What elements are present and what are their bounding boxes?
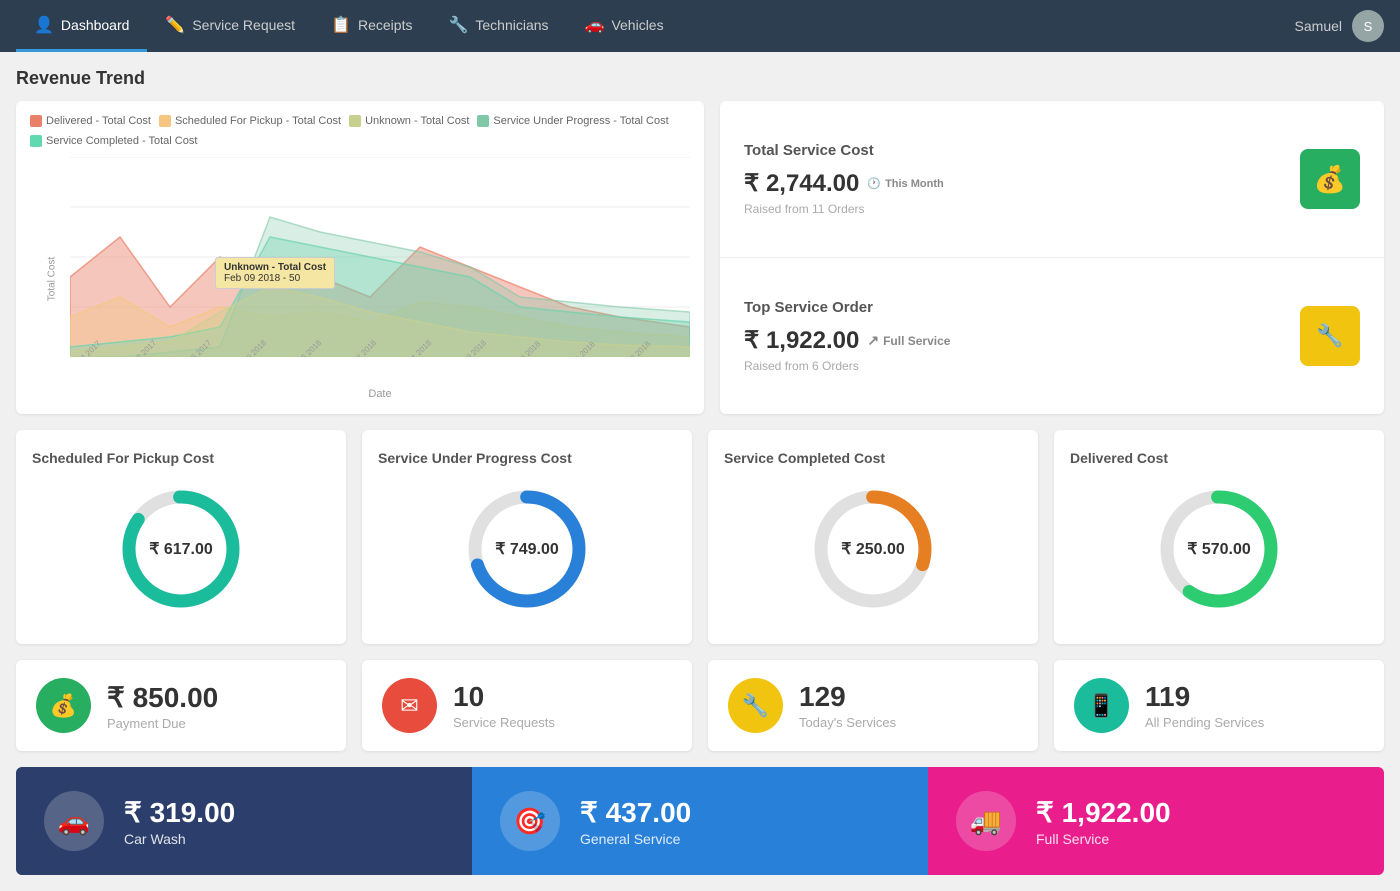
cost-row: Scheduled For Pickup Cost ₹ 617.00 Servi…	[16, 430, 1384, 644]
stat-label-3: All Pending Services	[1145, 715, 1264, 730]
bottom-info-2: ₹ 1,922.00 Full Service	[1036, 796, 1171, 847]
chart-wrap: Total Cost 400 300 200 100 0	[30, 157, 690, 400]
donut-0: ₹ 617.00	[116, 484, 246, 614]
top-service-info: Top Service Order ₹ 1,922.00 ↗ Full Serv…	[744, 299, 950, 373]
top-service-icon: 🔧	[1300, 306, 1360, 366]
cost-title-0: Scheduled For Pickup Cost	[32, 450, 214, 466]
bottom-card-2: 🚚 ₹ 1,922.00 Full Service	[928, 767, 1384, 875]
donut-amount-2: ₹ 250.00	[841, 539, 905, 559]
total-service-sub: Raised from 11 Orders	[744, 202, 944, 216]
donut-2: ₹ 250.00	[808, 484, 938, 614]
donut-3: ₹ 570.00	[1154, 484, 1284, 614]
chart-card: Delivered - Total Cost Scheduled For Pic…	[16, 101, 704, 414]
legend-unknown: Unknown - Total Cost	[349, 115, 469, 127]
cost-card-0: Scheduled For Pickup Cost ₹ 617.00	[16, 430, 346, 644]
chart-legend: Delivered - Total Cost Scheduled For Pic…	[30, 115, 690, 147]
total-service-info: Total Service Cost ₹ 2,744.00 🕐 This Mon…	[744, 142, 944, 216]
stat-icon-2: 🔧	[728, 678, 783, 733]
cost-card-1: Service Under Progress Cost ₹ 749.00	[362, 430, 692, 644]
bottom-icon-2: 🚚	[956, 791, 1016, 851]
nav-item-technicians[interactable]: 🔧 Technicians	[430, 0, 566, 52]
total-service-amount: ₹ 2,744.00	[744, 169, 859, 198]
legend-delivered: Delivered - Total Cost	[30, 115, 151, 127]
top-service-order-card: Top Service Order ₹ 1,922.00 ↗ Full Serv…	[720, 257, 1384, 414]
donut-amount-3: ₹ 570.00	[1187, 539, 1251, 559]
nav-item-service-request[interactable]: ✏️ Service Request	[147, 0, 313, 52]
chart-svg: 400 300 200 100 0	[70, 157, 690, 357]
stat-info-0: ₹ 850.00 Payment Due	[107, 681, 218, 731]
bottom-amount-1: ₹ 437.00	[580, 796, 691, 829]
stat-number-3: 119	[1145, 681, 1264, 713]
cost-card-2: Service Completed Cost ₹ 250.00	[708, 430, 1038, 644]
bottom-amount-2: ₹ 1,922.00	[1036, 796, 1171, 829]
stat-number-2: 129	[799, 681, 896, 713]
bottom-row: 🚗 ₹ 319.00 Car Wash 🎯 ₹ 437.00 General S…	[16, 767, 1384, 875]
cost-title-1: Service Under Progress Cost	[378, 450, 572, 466]
total-service-icon: 💰	[1300, 149, 1360, 209]
stat-icon-1: ✉	[382, 678, 437, 733]
legend-completed: Service Completed - Total Cost	[30, 135, 197, 147]
nav-items: 👤 Dashboard ✏️ Service Request 📋 Receipt…	[16, 0, 1295, 52]
right-cards: Total Service Cost ₹ 2,744.00 🕐 This Mon…	[720, 101, 1384, 414]
stat-info-2: 129 Today's Services	[799, 681, 896, 730]
service-request-icon: ✏️	[165, 15, 185, 35]
bottom-label-1: General Service	[580, 831, 691, 847]
x-axis-label: Date	[70, 388, 690, 400]
bottom-card-1: 🎯 ₹ 437.00 General Service	[472, 767, 928, 875]
dashboard-icon: 👤	[34, 15, 54, 35]
legend-under-progress: Service Under Progress - Total Cost	[477, 115, 668, 127]
bottom-icon-1: 🎯	[500, 791, 560, 851]
stat-label-1: Service Requests	[453, 715, 555, 730]
y-axis-label: Total Cost	[47, 256, 58, 300]
stat-icon-0: 💰	[36, 678, 91, 733]
stat-info-1: 10 Service Requests	[453, 681, 555, 730]
stat-info-3: 119 All Pending Services	[1145, 681, 1264, 730]
donut-amount-0: ₹ 617.00	[149, 539, 213, 559]
stat-label-2: Today's Services	[799, 715, 896, 730]
stat-card-0: 💰 ₹ 850.00 Payment Due	[16, 660, 346, 751]
bottom-card-0: 🚗 ₹ 319.00 Car Wash	[16, 767, 472, 875]
cost-title-3: Delivered Cost	[1070, 450, 1168, 466]
bottom-info-1: ₹ 437.00 General Service	[580, 796, 691, 847]
nav-item-vehicles[interactable]: 🚗 Vehicles	[567, 0, 682, 52]
bottom-info-0: ₹ 319.00 Car Wash	[124, 796, 235, 847]
nav-username: Samuel	[1295, 18, 1342, 34]
stat-label-0: Payment Due	[107, 716, 218, 731]
navbar: 👤 Dashboard ✏️ Service Request 📋 Receipt…	[0, 0, 1400, 52]
technicians-icon: 🔧	[448, 15, 468, 35]
nav-item-receipts[interactable]: 📋 Receipts	[313, 0, 430, 52]
stat-card-1: ✉ 10 Service Requests	[362, 660, 692, 751]
top-service-amount: ₹ 1,922.00	[744, 326, 859, 355]
page-title: Revenue Trend	[16, 68, 1384, 89]
cost-title-2: Service Completed Cost	[724, 450, 885, 466]
month-badge: 🕐 This Month	[867, 177, 943, 190]
stat-icon-3: 📱	[1074, 678, 1129, 733]
total-service-cost-card: Total Service Cost ₹ 2,744.00 🕐 This Mon…	[720, 101, 1384, 257]
stat-card-3: 📱 119 All Pending Services	[1054, 660, 1384, 751]
receipts-icon: 📋	[331, 15, 351, 35]
stat-number-0: ₹ 850.00	[107, 681, 218, 714]
bottom-icon-0: 🚗	[44, 791, 104, 851]
stat-card-2: 🔧 129 Today's Services	[708, 660, 1038, 751]
nav-avatar[interactable]: S	[1352, 10, 1384, 42]
cost-card-3: Delivered Cost ₹ 570.00	[1054, 430, 1384, 644]
top-service-sub: Raised from 6 Orders	[744, 359, 950, 373]
legend-scheduled: Scheduled For Pickup - Total Cost	[159, 115, 341, 127]
donut-amount-1: ₹ 749.00	[495, 539, 559, 559]
bottom-label-0: Car Wash	[124, 831, 235, 847]
donut-1: ₹ 749.00	[462, 484, 592, 614]
main-content: Revenue Trend Delivered - Total Cost Sch…	[0, 52, 1400, 891]
top-row: Delivered - Total Cost Scheduled For Pic…	[16, 101, 1384, 414]
bottom-label-2: Full Service	[1036, 831, 1171, 847]
top-service-type: Full Service	[883, 334, 950, 348]
nav-right: Samuel S	[1295, 10, 1384, 42]
stat-number-1: 10	[453, 681, 555, 713]
vehicles-icon: 🚗	[585, 15, 605, 35]
nav-item-dashboard[interactable]: 👤 Dashboard	[16, 0, 147, 52]
bottom-amount-0: ₹ 319.00	[124, 796, 235, 829]
stats-row: 💰 ₹ 850.00 Payment Due ✉ 10 Service Requ…	[16, 660, 1384, 751]
